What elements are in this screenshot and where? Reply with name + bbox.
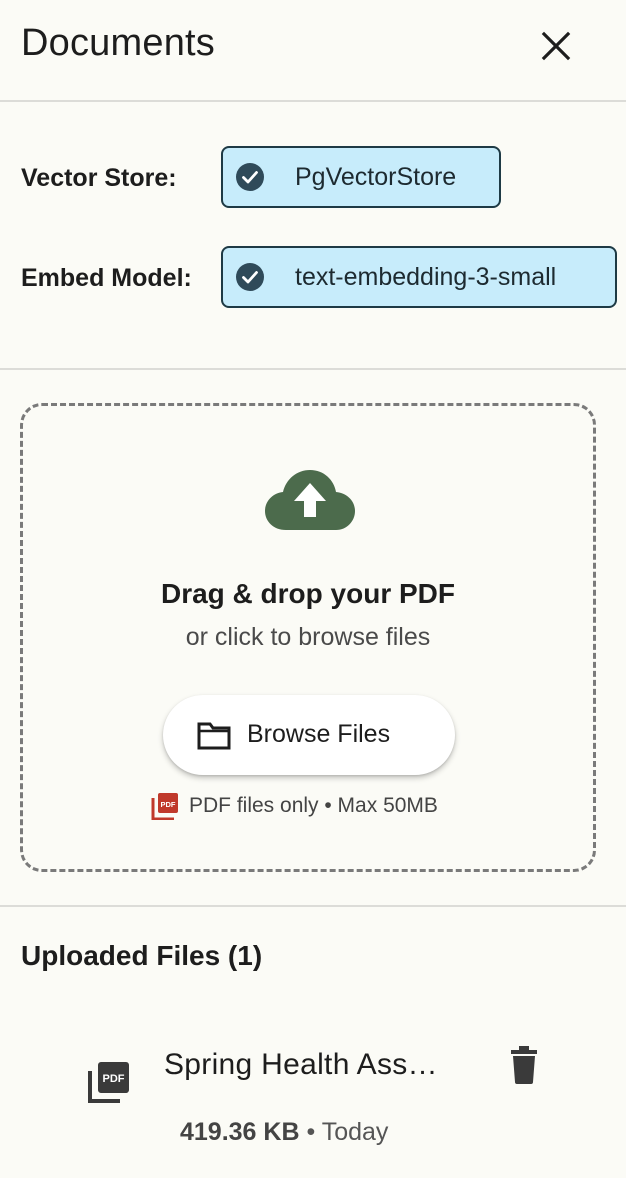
config-section: Vector Store: PgVectorStore Embed Model:… [0,102,626,370]
vector-store-chip[interactable]: PgVectorStore [221,146,501,208]
embed-model-value: text-embedding-3-small [295,262,557,291]
file-limits: PDF PDF files only • Max 50MB [151,792,438,820]
header: Documents [0,0,626,102]
file-limits-text: PDF files only • Max 50MB [189,794,438,817]
pdf-icon: PDF [151,793,178,820]
vector-store-label: Vector Store: [21,164,177,192]
delete-file-button[interactable] [509,1046,539,1084]
svg-text:PDF: PDF [161,800,176,809]
browse-files-button[interactable]: Browse Files [163,695,455,775]
embed-model-chip[interactable]: text-embedding-3-small [221,246,617,308]
file-list-item[interactable]: PDF Spring Health Ass… 419.36 KB • Today [0,1030,626,1160]
svg-text:PDF: PDF [103,1073,125,1085]
vector-store-value: PgVectorStore [295,162,457,191]
file-date: • Today [299,1118,389,1146]
embed-model-label: Embed Model: [21,264,192,292]
check-circle-icon [236,263,264,291]
trash-icon [511,1046,537,1084]
uploaded-files-title: Uploaded Files (1) [21,940,263,971]
pdf-file-icon: PDF [88,1062,129,1103]
section-divider [0,905,626,907]
file-name: Spring Health Ass… [164,1048,438,1081]
check-circle-icon [236,163,264,191]
browse-files-label: Browse Files [247,720,391,748]
cloud-upload-icon [265,470,355,530]
folder-icon [197,722,231,750]
page-title: Documents [21,22,215,64]
file-meta: 419.36 KB • Today [180,1118,388,1147]
dropzone-title: Drag & drop your PDF [160,578,455,609]
close-icon [541,31,571,61]
close-button[interactable] [534,24,578,68]
pdf-dropzone[interactable]: Drag & drop your PDF or click to browse … [20,403,596,872]
dropzone-subtitle: or click to browse files [185,623,431,651]
file-size: 419.36 KB [180,1118,300,1146]
